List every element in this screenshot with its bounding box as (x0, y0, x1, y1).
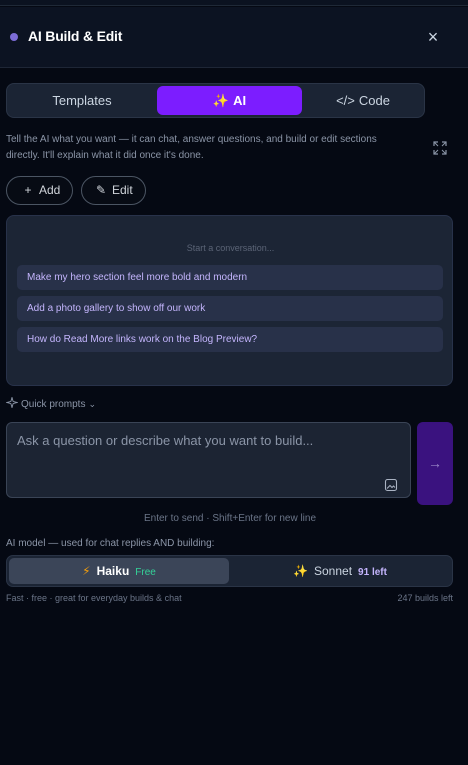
sparkle-icon: ✨ (212, 93, 230, 108)
tab-code-label: Code (358, 93, 390, 108)
model-description: Fast · free · great for everyday builds … (6, 593, 182, 603)
model-name: Sonnet (314, 564, 353, 578)
suggestion-item[interactable]: Add a photo gallery to show off our work (17, 296, 443, 321)
tab-ai-label: AI (233, 93, 247, 108)
remaining-badge: 91 left (358, 567, 387, 578)
tab-code[interactable]: </> Code (304, 86, 422, 115)
chat-empty-state: Start a conversation... (186, 243, 275, 253)
chevron-down-icon: ⌄ (88, 399, 97, 409)
model-footer: Fast · free · great for everyday builds … (6, 593, 453, 603)
mode-tabs: Templates ✨ AI </> Code (6, 83, 425, 118)
close-icon[interactable]: × (424, 26, 442, 48)
image-upload-icon[interactable] (384, 478, 398, 492)
model-section-label: AI model — used for chat replies AND bui… (6, 538, 215, 549)
sparkle-icon (6, 397, 18, 408)
tab-templates[interactable]: Templates (9, 86, 155, 115)
add-button-label: Add (39, 183, 61, 197)
panel-header: AI Build & Edit × (0, 7, 468, 68)
status-dot (10, 33, 18, 41)
edit-button[interactable]: ✎ Edit (81, 176, 146, 205)
expand-icon[interactable] (433, 141, 447, 155)
chat-panel: Start a conversation... Make my hero sec… (6, 215, 453, 386)
model-option-sonnet[interactable]: ✨ Sonnet 91 left (231, 558, 449, 584)
free-badge: Free (135, 567, 156, 578)
tab-templates-label: Templates (52, 93, 112, 108)
pencil-icon: ✎ (95, 183, 107, 197)
panel-title: AI Build & Edit (28, 28, 123, 44)
quick-prompts-toggle[interactable]: Quick prompts ⌄ (6, 397, 96, 411)
lightning-icon: ⚡ (82, 564, 91, 578)
edit-button-label: Edit (112, 183, 133, 197)
model-option-haiku[interactable]: ⚡ Haiku Free (9, 558, 229, 584)
keyboard-hint: Enter to send · Shift+Enter for new line (143, 513, 317, 524)
prompt-input[interactable] (6, 422, 411, 498)
ai-description: Tell the AI what you want — it can chat,… (6, 134, 377, 161)
quick-prompts-label: Quick prompts (21, 399, 86, 410)
top-strip (0, 0, 468, 6)
tab-ai[interactable]: ✨ AI (157, 86, 302, 115)
model-name: Haiku (96, 564, 130, 578)
builds-left-count: 247 builds left (397, 593, 453, 603)
suggestion-item[interactable]: Make my hero section feel more bold and … (17, 265, 443, 290)
suggestion-item[interactable]: How do Read More links work on the Blog … (17, 327, 443, 352)
plus-icon: + (24, 183, 32, 197)
add-button[interactable]: + Add (6, 176, 73, 205)
send-button[interactable]: → (417, 422, 453, 505)
model-selector: ⚡ Haiku Free ✨ Sonnet 91 left (6, 555, 453, 587)
code-icon: </> (336, 93, 355, 108)
sparkle-icon: ✨ (293, 564, 308, 578)
